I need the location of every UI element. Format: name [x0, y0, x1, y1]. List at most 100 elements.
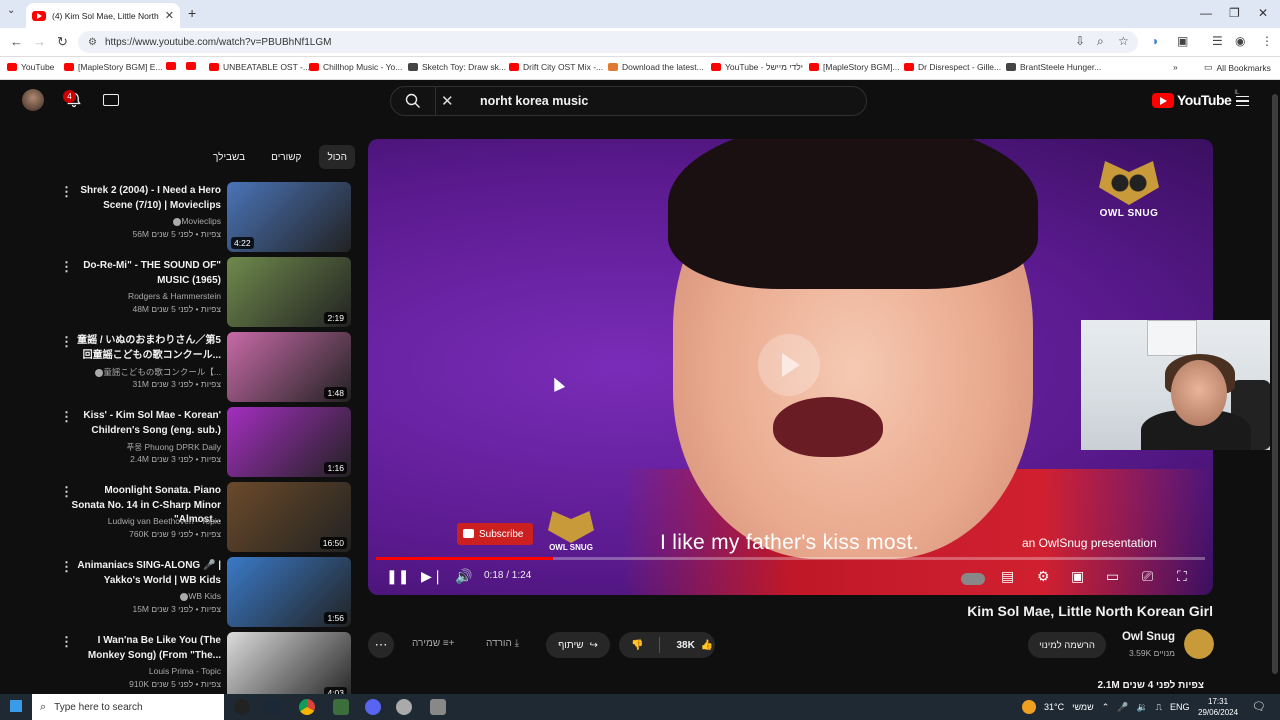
- recommendation-title[interactable]: Animaniacs SING-ALONG 🎤 | Yakko's World …: [71, 559, 221, 588]
- bookmark-item[interactable]: [166, 62, 176, 70]
- notification-center-icon[interactable]: 🗨: [1252, 700, 1266, 713]
- recommendation-item[interactable]: ⋮ Moonlight Sonata. Piano Sonata No. 14 i…: [55, 482, 351, 552]
- next-icon[interactable]: ▶❘: [421, 568, 444, 585]
- chip-for-you[interactable]: בשבילך: [205, 145, 253, 169]
- tab-search-icon[interactable]: ⌄: [7, 5, 21, 21]
- recommendation-title[interactable]: 童謡 / いぬのおまわりさん／第5回童謡こどもの歌コンクール...: [71, 334, 221, 363]
- new-tab-icon[interactable]: +: [188, 5, 196, 21]
- large-play-icon[interactable]: [758, 334, 820, 396]
- bookmark-item[interactable]: Sketch Toy: Draw sk...: [408, 62, 506, 72]
- join-button[interactable]: הרשמה למינוי: [1028, 632, 1106, 658]
- microphone-icon[interactable]: 🎤: [1117, 702, 1128, 713]
- recommendation-item[interactable]: ⋮ Kiss' - Kim Sol Mae - Korean' Children'…: [55, 407, 351, 477]
- share-button[interactable]: שיתוף ↪: [546, 632, 610, 658]
- search-bar[interactable]: ✕ norht korea music: [390, 86, 867, 116]
- browser-tab-active[interactable]: (4) Kim Sol Mae, Little North K... ✕: [26, 3, 180, 28]
- avatar[interactable]: [22, 89, 44, 111]
- recommendation-title[interactable]: I Wan'na Be Like You (The Monkey Song) (…: [71, 634, 221, 663]
- windows-start-icon[interactable]: [10, 700, 22, 712]
- recommendation-thumbnail[interactable]: 16:50: [227, 482, 351, 552]
- taskbar-clock[interactable]: 17:31 29/06/2024: [1198, 696, 1238, 718]
- bookmark-item[interactable]: [186, 62, 196, 70]
- clear-search-icon[interactable]: ✕: [441, 92, 454, 110]
- recommendation-item[interactable]: ⋮ I Wan'na Be Like You (The Monkey Song) …: [55, 632, 351, 702]
- autoplay-toggle[interactable]: [961, 573, 985, 585]
- close-tab-icon[interactable]: ✕: [165, 9, 174, 22]
- search-input[interactable]: norht korea music: [480, 94, 588, 108]
- fullscreen-icon[interactable]: ⛶: [1177, 568, 1187, 585]
- recommendation-thumbnail[interactable]: 2:19: [227, 257, 351, 327]
- bookmark-item[interactable]: YouTube - ילדי מיישל: [711, 62, 803, 72]
- like-count[interactable]: 38K: [676, 640, 694, 651]
- bookmark-item[interactable]: Download the latest...: [608, 62, 704, 72]
- settings-gear-icon[interactable]: ⚙: [1037, 568, 1050, 585]
- taskbar-app-icon[interactable]: [234, 699, 250, 715]
- minimize-icon[interactable]: —: [1200, 6, 1212, 20]
- browser-menu-icon[interactable]: ⋮: [1261, 34, 1273, 48]
- profile-icon[interactable]: ◉: [1235, 34, 1245, 48]
- show-hidden-icons-icon[interactable]: ⌃: [1102, 702, 1110, 713]
- volume-icon[interactable]: 🔉: [1136, 702, 1147, 713]
- cast-icon[interactable]: ⎚: [1142, 568, 1153, 585]
- like-icon[interactable]: 👍: [701, 640, 713, 651]
- search-icon[interactable]: [405, 93, 421, 109]
- steam-icon[interactable]: [265, 699, 281, 715]
- hamburger-menu-icon[interactable]: [1236, 96, 1249, 106]
- bookmark-item[interactable]: [MapleStory BGM] E...: [64, 62, 163, 72]
- miniplayer-icon[interactable]: ▣: [1071, 568, 1084, 585]
- chip-related[interactable]: קשורים: [263, 145, 309, 169]
- download-button[interactable]: הורדה ⤓: [486, 638, 519, 649]
- site-info-icon[interactable]: ⚙: [88, 37, 97, 48]
- subtitles-icon[interactable]: ▤: [1001, 568, 1014, 585]
- recommendation-thumbnail[interactable]: 1:56: [227, 557, 351, 627]
- recommendation-thumbnail[interactable]: 4:03: [227, 632, 351, 702]
- bookmark-item[interactable]: UNBEATABLE OST -...: [209, 62, 310, 72]
- more-actions-icon[interactable]: ⋯: [368, 632, 394, 658]
- network-icon[interactable]: ⎍: [1156, 702, 1162, 713]
- bookmark-item[interactable]: Chillhop Music - Yo...: [309, 62, 402, 72]
- recommendation-title[interactable]: Kiss' - Kim Sol Mae - Korean' Children's…: [71, 409, 221, 438]
- recommendation-title[interactable]: Shrek 2 (2004) - I Need a Hero Scene (7/…: [71, 184, 221, 213]
- extensions-puzzle-icon[interactable]: ▣: [1177, 34, 1188, 48]
- volume-icon[interactable]: 🔊: [455, 568, 472, 585]
- bookmark-item[interactable]: BrantSteele Hunger...: [1006, 62, 1101, 72]
- language-indicator[interactable]: ENG: [1170, 702, 1190, 712]
- address-bar[interactable]: ⚙ https://www.youtube.com/watch?v=PBUBhN…: [78, 31, 1138, 53]
- bookmark-item[interactable]: Drift City OST Mix -...: [509, 62, 603, 72]
- taskbar-app-icon[interactable]: [430, 699, 446, 715]
- taskbar-app-icon[interactable]: [396, 699, 412, 715]
- back-icon[interactable]: ←: [10, 34, 23, 49]
- create-video-icon[interactable]: [103, 94, 119, 106]
- zoom-icon[interactable]: ⌕: [1097, 34, 1104, 49]
- progress-bar[interactable]: [376, 557, 1205, 560]
- reading-list-icon[interactable]: ☰: [1212, 34, 1223, 48]
- recommendation-thumbnail[interactable]: 4:22: [227, 182, 351, 252]
- pause-icon[interactable]: ❚❚: [386, 568, 409, 585]
- install-app-icon[interactable]: ⇩: [1075, 34, 1085, 48]
- theater-mode-icon[interactable]: ▭: [1106, 568, 1119, 585]
- recommendation-thumbnail[interactable]: 1:48: [227, 332, 351, 402]
- more-bookmarks-icon[interactable]: »: [1173, 62, 1178, 72]
- channel-name[interactable]: Owl Snug: [1112, 631, 1175, 643]
- chip-all[interactable]: הכול: [319, 145, 355, 169]
- bookmark-item[interactable]: YouTube: [7, 62, 54, 72]
- url-text[interactable]: https://www.youtube.com/watch?v=PBUBhNf1…: [105, 37, 332, 48]
- save-button[interactable]: שמירה ≡+: [412, 638, 455, 649]
- scrollbar-thumb[interactable]: [1272, 94, 1278, 674]
- recommendation-item[interactable]: ⋮ 童謡 / いぬのおまわりさん／第5回童謡こどもの歌コンクール... 童謡こどもの…: [55, 332, 351, 402]
- discord-icon[interactable]: [365, 699, 381, 715]
- taskbar-search[interactable]: ⌕ Type here to search: [32, 694, 224, 720]
- page-scrollbar[interactable]: [1270, 80, 1280, 694]
- restore-icon[interactable]: ❐: [1229, 6, 1240, 20]
- chrome-icon[interactable]: [299, 699, 315, 715]
- dislike-icon[interactable]: 👎: [631, 640, 643, 651]
- channel-avatar[interactable]: [1184, 629, 1214, 659]
- taskbar-app-icon[interactable]: [333, 699, 349, 715]
- recommendation-item[interactable]: ⋮ Shrek 2 (2004) - I Need a Hero Scene (7…: [55, 182, 351, 252]
- recommendation-thumbnail[interactable]: 1:16: [227, 407, 351, 477]
- recommendation-title[interactable]: Do-Re-Mi" - THE SOUND OF" MUSIC (1965): [71, 259, 221, 288]
- bookmark-star-icon[interactable]: ☆: [1118, 34, 1129, 48]
- recommendation-item[interactable]: ⋮ Animaniacs SING-ALONG 🎤 | Yakko's World…: [55, 557, 351, 627]
- youtube-logo[interactable]: YouTube IL: [1152, 90, 1239, 108]
- window-close-icon[interactable]: ✕: [1258, 6, 1268, 20]
